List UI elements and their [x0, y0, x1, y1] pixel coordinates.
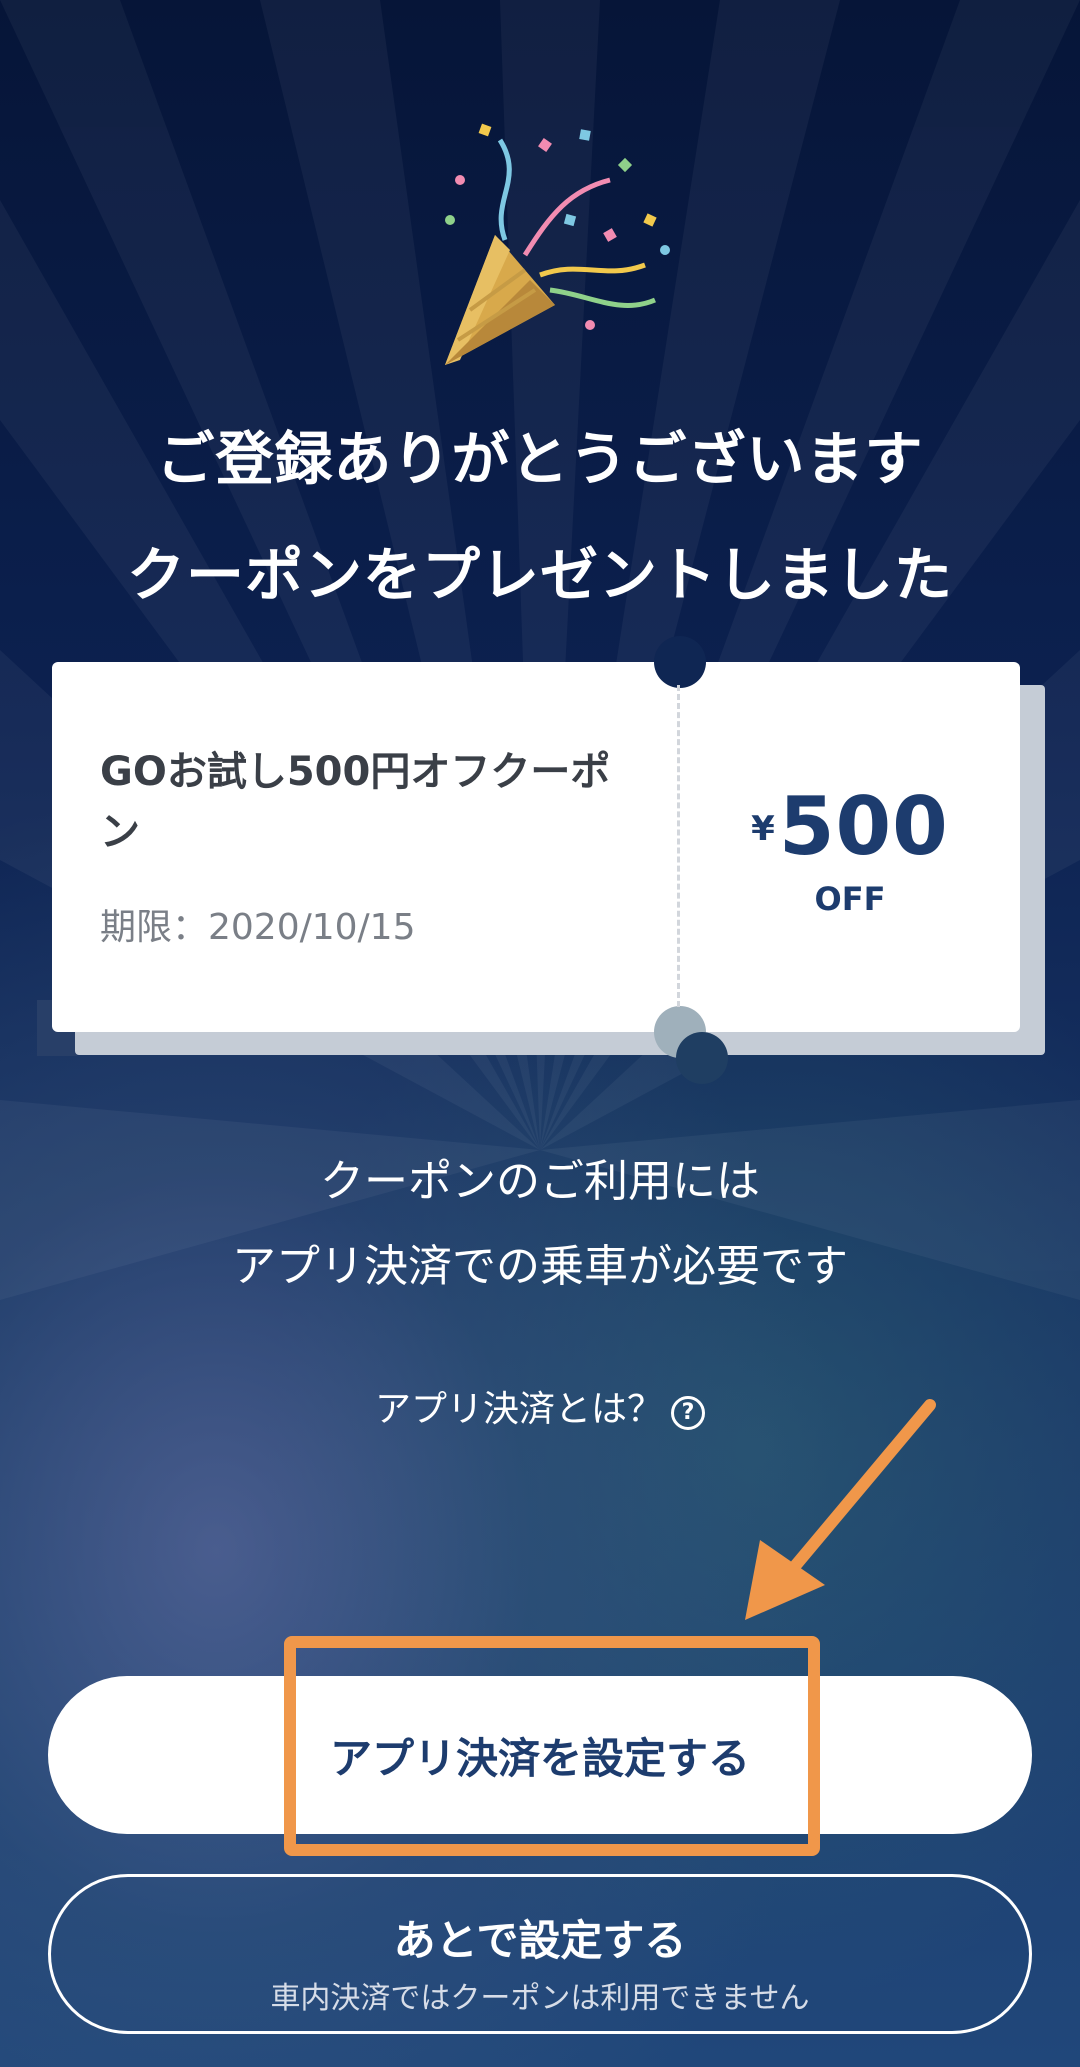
- setup-later-label: あとで設定する: [393, 1916, 687, 1965]
- setup-later-button[interactable]: あとで設定する 車内決済ではクーポンは利用できません: [48, 1874, 1032, 2034]
- coupon-notch-bottom-shadow: [676, 1032, 728, 1084]
- coupon-title: GOお試し500円オフクーポン: [100, 749, 611, 855]
- party-popper-icon: [445, 123, 670, 365]
- coupon-amount: ¥500: [700, 780, 1000, 873]
- app-payment-help-label: アプリ決済とは？: [374, 1389, 663, 1430]
- coupon-expiry: 期限：2020/10/15: [100, 907, 416, 948]
- annotation-highlight-box: [284, 1636, 820, 1856]
- currency-symbol: ¥: [751, 809, 775, 849]
- thank-you-heading: ご登録ありがとうございます: [156, 425, 924, 493]
- coupon-gift-heading: クーポンをプレゼントしました: [126, 541, 953, 609]
- question-circle-icon: ?: [671, 1396, 705, 1430]
- setup-later-sublabel: 車内決済ではクーポンは利用できません: [270, 1981, 810, 2016]
- coupon-usage-note-line1: クーポンのご利用には: [320, 1156, 760, 1207]
- coupon-off-label: OFF: [814, 880, 886, 918]
- coupon-notch-top: [654, 636, 706, 688]
- coupon-amount-value: 500: [778, 780, 949, 873]
- coupon-divider: [677, 685, 680, 1007]
- annotation-arrow-icon: [745, 1399, 936, 1620]
- coupon-usage-note-line2: アプリ決済での乗車が必要です: [232, 1241, 848, 1292]
